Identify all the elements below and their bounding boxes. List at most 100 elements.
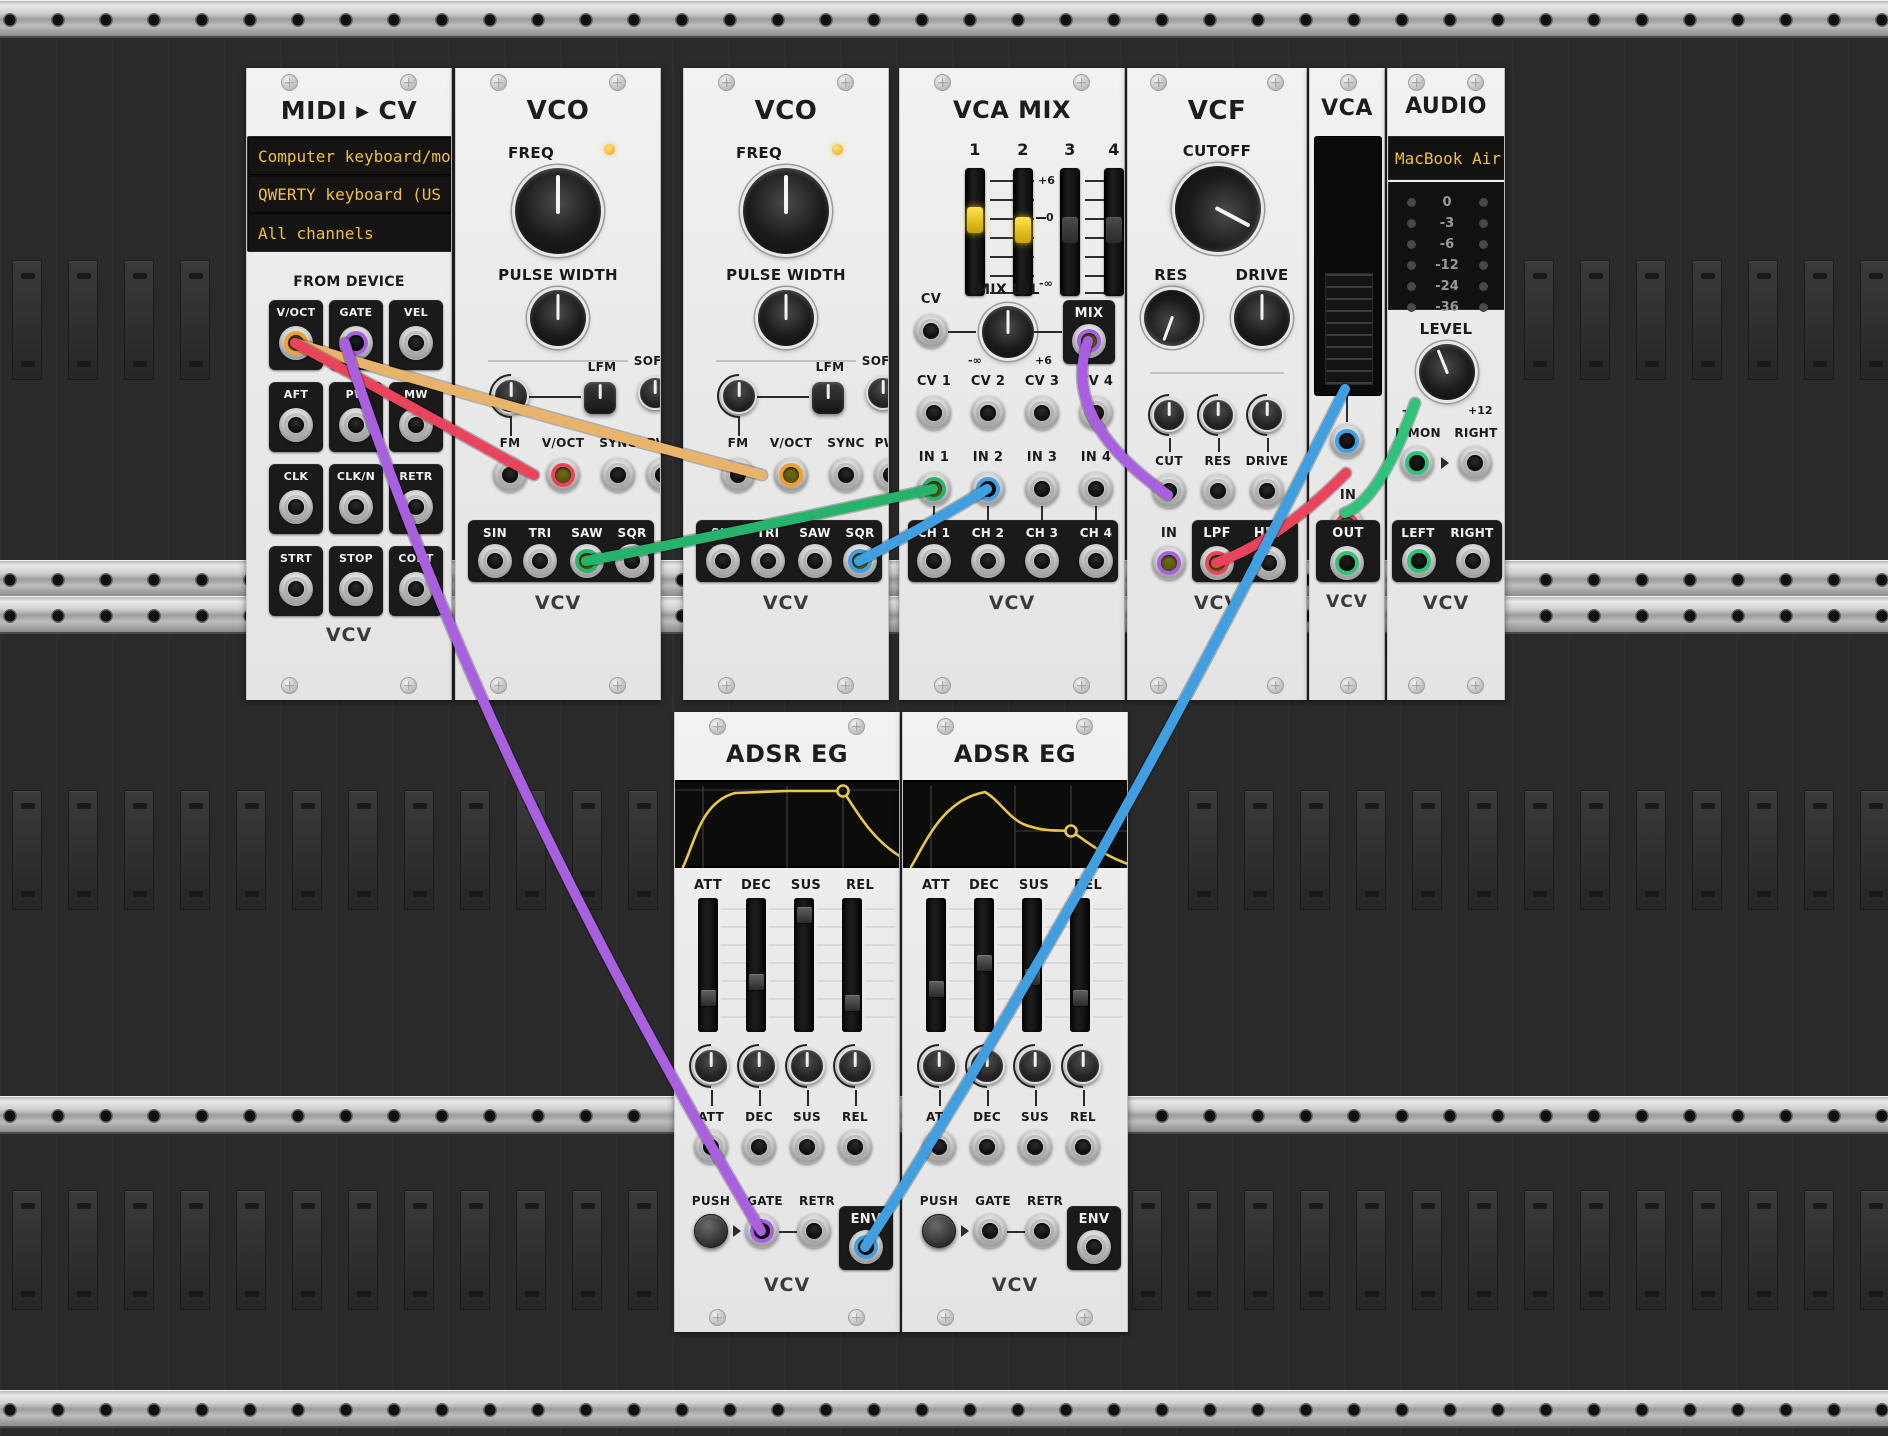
slider-handle[interactable] xyxy=(796,907,812,924)
fader-vcamix-1[interactable] xyxy=(965,168,985,296)
slider-adsr2-att[interactable] xyxy=(926,898,946,1032)
port-vcamix-cv2[interactable] xyxy=(971,396,1005,430)
fader-handle[interactable] xyxy=(1062,216,1078,243)
port-adsr1-retr[interactable] xyxy=(797,1214,831,1248)
slider-handle[interactable] xyxy=(700,990,716,1007)
slider-adsr1-sus[interactable] xyxy=(794,898,814,1032)
port-vco2-fm[interactable] xyxy=(721,458,755,492)
port-vco2-sqr[interactable] xyxy=(843,544,877,578)
port-adsr2-att-cv[interactable] xyxy=(922,1130,956,1164)
port-vcamix-ch3[interactable] xyxy=(1025,544,1059,578)
port-adsr1-sus-cv[interactable] xyxy=(790,1130,824,1164)
module-vco-1[interactable]: VCO FREQ PULSE WIDTH LFM SOFT FM V/OCT S… xyxy=(455,68,661,700)
port-vcf-cut-cv[interactable] xyxy=(1152,474,1186,508)
port-vcamix-in3[interactable] xyxy=(1025,472,1059,506)
module-adsr-2[interactable]: ADSR EG ATT DEC SUS REL ATT DEC SUS REL … xyxy=(902,712,1128,1332)
port-vcf-in[interactable] xyxy=(1152,546,1186,580)
button-adsr1-push[interactable] xyxy=(694,1214,728,1248)
port-midi-strt[interactable] xyxy=(279,572,313,606)
port-vcamix-cv4[interactable] xyxy=(1079,396,1113,430)
slider-handle[interactable] xyxy=(976,954,992,971)
port-vco1-sqr[interactable] xyxy=(615,544,649,578)
port-adsr1-dec-cv[interactable] xyxy=(742,1130,776,1164)
port-vcamix-in2[interactable] xyxy=(971,472,1005,506)
port-midi-aft[interactable] xyxy=(279,408,313,442)
knob-vco1-pw[interactable] xyxy=(530,290,586,346)
module-adsr-1[interactable]: ADSR EG ATT DEC SUS REL ATT DEC SUS REL … xyxy=(674,712,900,1332)
port-vcamix-ch2[interactable] xyxy=(971,544,1005,578)
port-midi-stop[interactable] xyxy=(339,572,373,606)
slider-adsr2-rel[interactable] xyxy=(1070,898,1090,1032)
slider-handle[interactable] xyxy=(844,994,860,1011)
port-vco1-tri[interactable] xyxy=(523,544,557,578)
vca-fader-display[interactable] xyxy=(1314,136,1382,396)
port-vco2-sin[interactable] xyxy=(706,544,740,578)
knob-vcf-drive[interactable] xyxy=(1234,290,1290,346)
port-vcamix-cv[interactable] xyxy=(914,314,948,348)
port-vco1-pwm[interactable] xyxy=(646,458,660,492)
port-vcamix-in4[interactable] xyxy=(1079,472,1113,506)
module-vcf[interactable]: VCF CUTOFF RES DRIVE CUT RES DRIVE IN LP… xyxy=(1127,68,1307,700)
port-midi-clkn[interactable] xyxy=(339,490,373,524)
port-vcamix-cv1[interactable] xyxy=(917,396,951,430)
port-midi-clk[interactable] xyxy=(279,490,313,524)
port-vco2-sync[interactable] xyxy=(829,458,863,492)
port-audio-right-in[interactable] xyxy=(1456,544,1490,578)
audio-device-name[interactable]: MacBook Air xyxy=(1395,149,1501,168)
audio-device-display[interactable]: MacBook Air xyxy=(1388,136,1504,180)
slider-adsr1-att[interactable] xyxy=(698,898,718,1032)
module-audio[interactable]: AUDIO MacBook Air 0 -3 -6 -12 -24 -36 LE… xyxy=(1387,68,1505,700)
port-vco1-sin[interactable] xyxy=(478,544,512,578)
port-midi-vel[interactable] xyxy=(399,326,433,360)
module-vca-mix[interactable]: VCA MIX 1 2 3 4 +6 0 -∞ CV MIX LVL -∞ +6… xyxy=(899,68,1125,700)
slider-adsr2-sus[interactable] xyxy=(1022,898,1042,1032)
port-vco1-fm[interactable] xyxy=(493,458,527,492)
slider-handle[interactable] xyxy=(928,980,944,997)
port-vca-out[interactable] xyxy=(1330,546,1364,580)
vca-fader-graphic[interactable] xyxy=(1325,273,1373,385)
port-adsr2-sus-cv[interactable] xyxy=(1018,1130,1052,1164)
switch-vco1-soft[interactable] xyxy=(638,376,660,410)
knob-vcamix-level[interactable] xyxy=(982,306,1034,358)
port-adsr1-env[interactable] xyxy=(849,1230,883,1264)
port-midi-mw[interactable] xyxy=(399,408,433,442)
switch-vco2-lfm[interactable] xyxy=(812,382,844,414)
port-audio-right-out[interactable] xyxy=(1458,446,1492,480)
port-vcf-drive-cv[interactable] xyxy=(1250,474,1284,508)
module-vca[interactable]: VCA IN OUT VCV xyxy=(1309,68,1385,700)
port-adsr2-env[interactable] xyxy=(1077,1230,1111,1264)
fader-handle[interactable] xyxy=(967,206,983,233)
midi-display[interactable]: Computer keyboard/mo QWERTY keyboard (US… xyxy=(247,136,451,252)
port-vco2-saw[interactable] xyxy=(798,544,832,578)
module-vco-2[interactable]: VCO FREQ PULSE WIDTH LFM SOFT FM V/OCT S… xyxy=(683,68,889,700)
slider-handle[interactable] xyxy=(1072,990,1088,1007)
port-vca-cv[interactable] xyxy=(1330,424,1364,458)
fader-vcamix-3[interactable] xyxy=(1060,168,1080,296)
slider-adsr1-dec[interactable] xyxy=(746,898,766,1032)
port-vcamix-mix-out[interactable] xyxy=(1072,324,1106,358)
port-audio-left-in[interactable] xyxy=(1402,544,1436,578)
port-audio-lmon[interactable] xyxy=(1400,446,1434,480)
knob-vcf-cutoff[interactable] xyxy=(1159,150,1277,268)
port-midi-pw[interactable] xyxy=(339,408,373,442)
midi-channel-row[interactable]: QWERTY keyboard (US xyxy=(250,177,450,213)
knob-vco2-pw[interactable] xyxy=(758,290,814,346)
port-vco1-voct[interactable] xyxy=(546,458,580,492)
port-midi-retr[interactable] xyxy=(399,490,433,524)
port-adsr1-rel-cv[interactable] xyxy=(838,1130,872,1164)
port-vco1-sync[interactable] xyxy=(601,458,635,492)
port-vco1-saw[interactable] xyxy=(570,544,604,578)
port-adsr1-att-cv[interactable] xyxy=(694,1130,728,1164)
port-vcf-lpf[interactable] xyxy=(1200,546,1234,580)
button-adsr2-push[interactable] xyxy=(922,1214,956,1248)
knob-vcf-res[interactable] xyxy=(1136,282,1208,354)
port-midi-cont[interactable] xyxy=(399,572,433,606)
knob-vco2-freq[interactable] xyxy=(743,168,829,254)
switch-vco1-lfm[interactable] xyxy=(584,382,616,414)
port-adsr2-rel-cv[interactable] xyxy=(1066,1130,1100,1164)
midi-channels-row[interactable]: All channels xyxy=(250,215,450,251)
slider-handle[interactable] xyxy=(1024,968,1040,985)
port-vco2-tri[interactable] xyxy=(751,544,785,578)
port-midi-gate[interactable] xyxy=(339,326,373,360)
port-vcamix-in1[interactable] xyxy=(917,472,951,506)
